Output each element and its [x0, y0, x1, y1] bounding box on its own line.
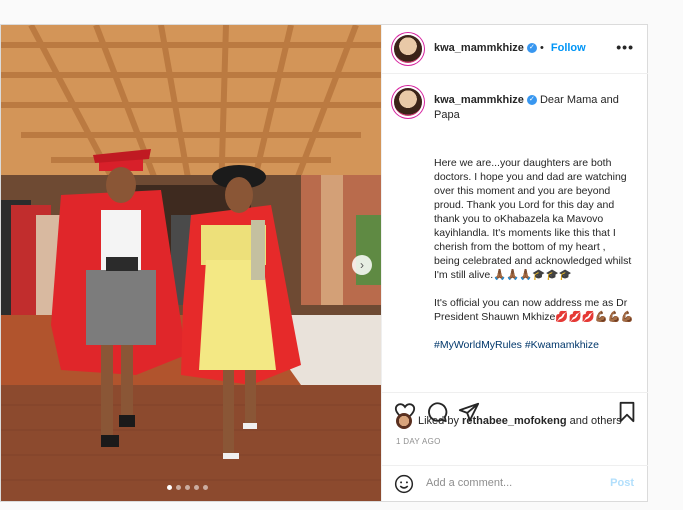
caption-body: Here we are...your daughters are both do…: [434, 156, 634, 366]
timestamp[interactable]: 1 DAY AGO: [396, 437, 441, 446]
likes-line: Liked by rethabee_mofokeng and others: [396, 413, 622, 429]
verified-icon: ✓: [526, 95, 537, 106]
carousel-dot: [167, 485, 172, 490]
caption: kwa_mammkhize ✓ Dear Mama and Papa Here w…: [382, 74, 648, 392]
avatar[interactable]: [396, 413, 412, 429]
post-sidebar: kwa_mammkhize ✓ • Follow ••• kwa_mammkhiz…: [381, 25, 648, 501]
separator: •: [539, 42, 547, 54]
avatar[interactable]: [394, 88, 422, 116]
likes-prefix: Liked by: [418, 415, 459, 427]
comment-bar: Add a comment... Post: [382, 465, 648, 502]
next-arrow-icon[interactable]: ›: [352, 255, 372, 275]
hashtag-link[interactable]: #Kwamamkhize: [525, 339, 599, 351]
carousel-dot: [176, 485, 181, 490]
likes-user-link[interactable]: rethabee_mofokeng: [462, 415, 567, 427]
caption-paragraph: Here we are...your daughters are both do…: [434, 157, 632, 281]
instagram-post: › kwa_mammkhize ✓ • Follow ••• kwa_mammkh…: [0, 24, 648, 502]
more-icon[interactable]: •••: [616, 39, 634, 55]
comment-input[interactable]: Add a comment...: [426, 477, 512, 489]
carousel-dots: [167, 485, 208, 490]
carousel-dot: [194, 485, 199, 490]
hashtags: #MyWorldMyRules #Kwamamkhize: [434, 338, 634, 352]
username-link[interactable]: kwa_mammkhize: [434, 42, 524, 54]
avatar[interactable]: [394, 35, 422, 63]
verified-icon: ✓: [526, 43, 537, 54]
emoji-icon[interactable]: [394, 474, 414, 494]
carousel-dot: [203, 485, 208, 490]
post-header: kwa_mammkhize ✓ • Follow •••: [382, 25, 648, 74]
follow-button[interactable]: Follow: [551, 42, 586, 54]
header-user: kwa_mammkhize ✓ • Follow: [434, 42, 586, 54]
caption-paragraph: It's official you can now address me as …: [434, 297, 634, 323]
carousel-dot: [185, 485, 190, 490]
post-comment-button[interactable]: Post: [610, 477, 634, 489]
graduation-photo: [1, 25, 381, 501]
caption-head: kwa_mammkhize ✓ Dear Mama and Papa: [434, 93, 634, 123]
hashtag-link[interactable]: #MyWorldMyRules: [434, 339, 522, 351]
caption-username[interactable]: kwa_mammkhize: [434, 94, 524, 106]
likes-others[interactable]: and others: [570, 415, 622, 427]
post-photo[interactable]: ›: [1, 25, 381, 501]
